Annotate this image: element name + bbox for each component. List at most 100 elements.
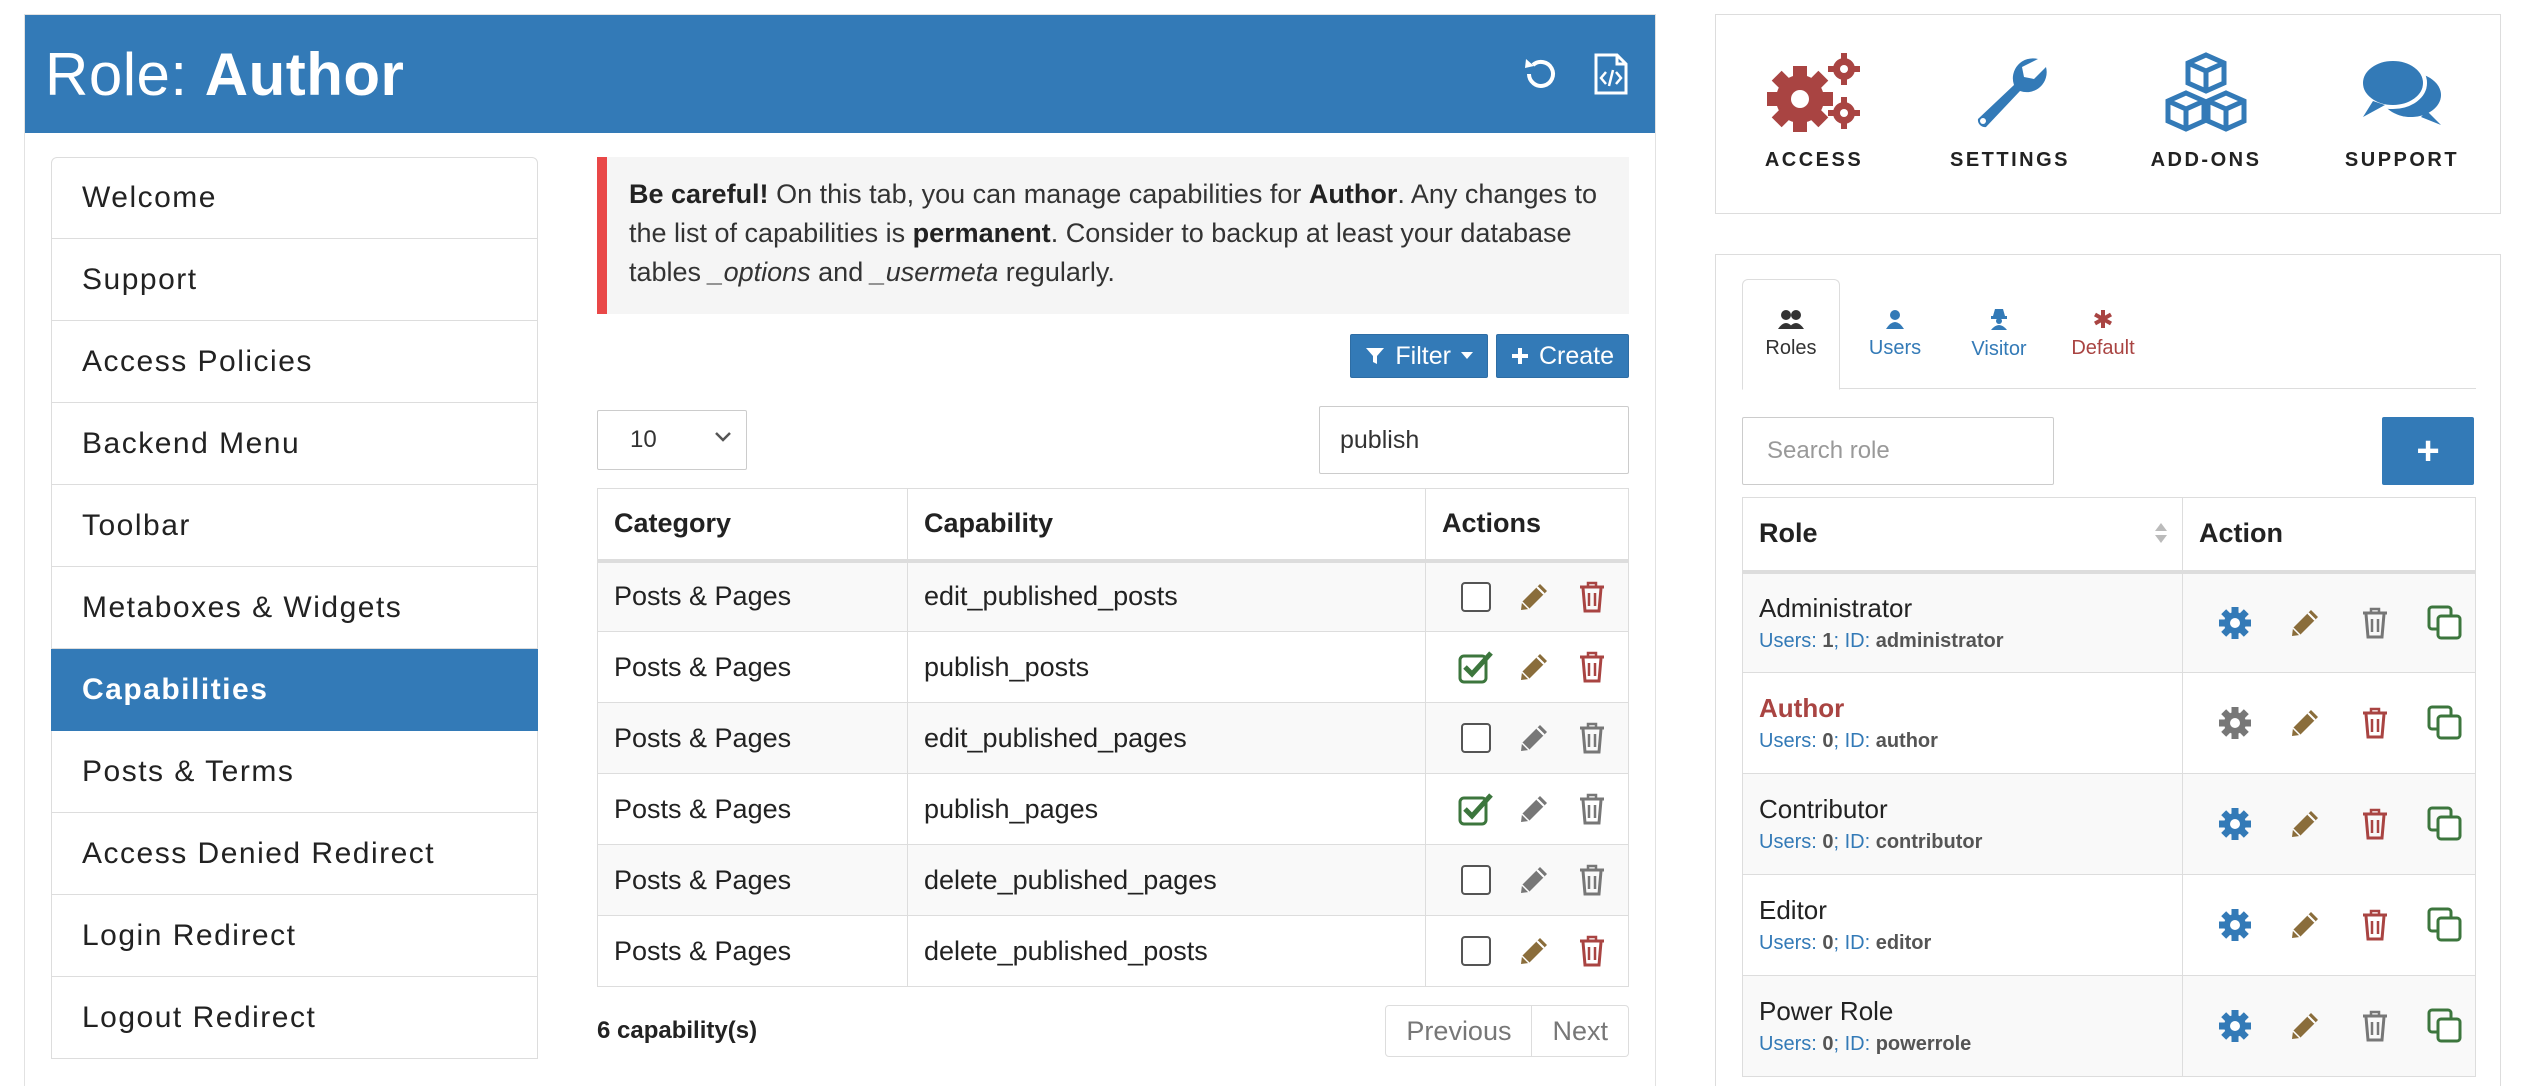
capability-checkbox[interactable] bbox=[1456, 718, 1496, 758]
trash-icon[interactable] bbox=[2355, 804, 2395, 844]
role-name[interactable]: Power Role bbox=[1759, 996, 2182, 1027]
capability-cell: delete_published_pages bbox=[907, 844, 1426, 916]
pencil-icon[interactable] bbox=[2285, 603, 2325, 643]
tab-roles[interactable]: Roles bbox=[1742, 279, 1840, 390]
role-meta: Users: 1; ID: administrator bbox=[1759, 629, 2004, 652]
sidebar-item-posts-terms[interactable]: Posts & Terms bbox=[51, 731, 538, 813]
trash-icon[interactable] bbox=[1572, 789, 1612, 829]
pencil-icon[interactable] bbox=[1514, 718, 1554, 758]
support-tool[interactable]: SUPPORT bbox=[2312, 51, 2492, 172]
tab-visitor[interactable]: Visitor bbox=[1950, 279, 2048, 389]
clone-icon[interactable] bbox=[2425, 1006, 2465, 1046]
role-actions-cell bbox=[2182, 571, 2476, 673]
sidebar-item-support[interactable]: Support bbox=[51, 239, 538, 321]
clone-icon[interactable] bbox=[2425, 603, 2465, 643]
pencil-icon[interactable] bbox=[1514, 789, 1554, 829]
comments-icon bbox=[2359, 57, 2441, 125]
capability-search-input[interactable]: publish bbox=[1319, 406, 1629, 474]
column-header-actions: Actions bbox=[1425, 488, 1629, 563]
sidebar-item-metaboxes-widgets[interactable]: Metaboxes & Widgets bbox=[51, 567, 538, 649]
trash-icon[interactable] bbox=[1572, 718, 1612, 758]
add-role-button[interactable]: + bbox=[2382, 417, 2474, 485]
gear-icon[interactable] bbox=[2215, 804, 2255, 844]
trash-icon[interactable] bbox=[1572, 931, 1612, 971]
trash-icon[interactable] bbox=[1572, 577, 1612, 617]
table-row: Editor Users: 0; ID: editor bbox=[1742, 874, 2476, 976]
role-name[interactable]: Contributor bbox=[1759, 794, 2182, 825]
pencil-icon[interactable] bbox=[2285, 703, 2325, 743]
pencil-icon[interactable] bbox=[1514, 577, 1554, 617]
table-row: Author Users: 0; ID: author bbox=[1742, 672, 2476, 774]
capability-checkbox[interactable] bbox=[1456, 577, 1496, 617]
role-name[interactable]: Administrator bbox=[1759, 593, 2182, 624]
pencil-icon[interactable] bbox=[1514, 647, 1554, 687]
table-row: Administrator Users: 1; ID: administrator bbox=[1742, 571, 2476, 673]
column-header-capability[interactable]: Capability bbox=[907, 488, 1426, 563]
role-name[interactable]: Author bbox=[1759, 693, 2182, 724]
capability-checkbox[interactable] bbox=[1456, 931, 1496, 971]
cubes-icon bbox=[2165, 52, 2247, 132]
export-code-icon[interactable] bbox=[1587, 50, 1635, 98]
role-actions-cell bbox=[2182, 874, 2476, 976]
sidebar-item-login-redirect[interactable]: Login Redirect bbox=[51, 895, 538, 977]
tab-default[interactable]: Default bbox=[2054, 279, 2152, 389]
role-meta: Users: 0; ID: author bbox=[1759, 730, 1938, 752]
pencil-icon[interactable] bbox=[1514, 931, 1554, 971]
sidebar-item-access-policies[interactable]: Access Policies bbox=[51, 321, 538, 403]
trash-icon[interactable] bbox=[2355, 905, 2395, 945]
role-meta: Users: 0; ID: editor bbox=[1759, 932, 1932, 954]
roles-panel: Roles Users Visitor Default Search role … bbox=[1715, 254, 2501, 1086]
gear-icon[interactable] bbox=[2215, 905, 2255, 945]
capability-checkbox[interactable] bbox=[1456, 860, 1496, 900]
capability-checkbox-checked[interactable] bbox=[1456, 647, 1496, 687]
pencil-icon[interactable] bbox=[2285, 1006, 2325, 1046]
sidebar-item-logout-redirect[interactable]: Logout Redirect bbox=[51, 977, 538, 1059]
trash-icon[interactable] bbox=[2355, 703, 2395, 743]
role-actions-cell bbox=[2182, 975, 2476, 1077]
filter-button[interactable]: Filter bbox=[1350, 334, 1488, 378]
category-cell: Posts & Pages bbox=[597, 844, 908, 916]
trash-icon[interactable] bbox=[2355, 1006, 2395, 1046]
trash-icon[interactable] bbox=[1572, 647, 1612, 687]
sidebar-item-toolbar[interactable]: Toolbar bbox=[51, 485, 538, 567]
column-header-role[interactable]: Role bbox=[1742, 497, 2183, 574]
clone-icon[interactable] bbox=[2425, 905, 2465, 945]
title-prefix: Role: bbox=[45, 40, 205, 108]
settings-tool[interactable]: SETTINGS bbox=[1920, 51, 2100, 172]
capability-cell: publish_pages bbox=[907, 773, 1426, 845]
gear-icon[interactable] bbox=[2215, 603, 2255, 643]
actions-cell bbox=[1425, 915, 1629, 987]
pencil-icon[interactable] bbox=[1514, 860, 1554, 900]
page-size-select[interactable]: 10 bbox=[597, 410, 747, 470]
role-cell: Contributor Users: 0; ID: contributor bbox=[1742, 773, 2183, 875]
gear-icon[interactable] bbox=[2215, 703, 2255, 743]
gear-icon[interactable] bbox=[2215, 1006, 2255, 1046]
next-page-button[interactable]: Next bbox=[1532, 1005, 1629, 1057]
sidebar-item-capabilities[interactable]: Capabilities bbox=[51, 649, 538, 731]
addons-tool[interactable]: ADD-ONS bbox=[2116, 51, 2296, 172]
clone-icon[interactable] bbox=[2425, 703, 2465, 743]
sidebar-item-access-denied-redirect[interactable]: Access Denied Redirect bbox=[51, 813, 538, 895]
role-meta: Users: 0; ID: powerrole bbox=[1759, 1033, 1972, 1055]
sidebar-item-welcome[interactable]: Welcome bbox=[51, 157, 538, 239]
tab-users[interactable]: Users bbox=[1846, 279, 1944, 389]
previous-page-button[interactable]: Previous bbox=[1385, 1005, 1533, 1057]
capability-checkbox-checked[interactable] bbox=[1456, 789, 1496, 829]
clone-icon[interactable] bbox=[2425, 804, 2465, 844]
reset-icon[interactable] bbox=[1517, 50, 1565, 98]
user-icon bbox=[1886, 309, 1904, 329]
asterisk-icon bbox=[2094, 309, 2112, 328]
role-search-input[interactable]: Search role bbox=[1742, 417, 2054, 485]
access-tool[interactable]: ACCESS bbox=[1724, 51, 1904, 172]
role-name[interactable]: Editor bbox=[1759, 895, 2182, 926]
capability-cell: edit_published_posts bbox=[907, 560, 1426, 632]
trash-icon[interactable] bbox=[2355, 603, 2395, 643]
sidebar-item-backend-menu[interactable]: Backend Menu bbox=[51, 403, 538, 485]
column-header-category[interactable]: Category bbox=[597, 488, 908, 563]
table-row: Posts & Pages edit_published_posts bbox=[597, 560, 1629, 632]
create-button[interactable]: Create bbox=[1495, 334, 1629, 378]
pencil-icon[interactable] bbox=[2285, 804, 2325, 844]
pencil-icon[interactable] bbox=[2285, 905, 2325, 945]
page-title: Role: Author bbox=[45, 40, 404, 109]
trash-icon[interactable] bbox=[1572, 860, 1612, 900]
